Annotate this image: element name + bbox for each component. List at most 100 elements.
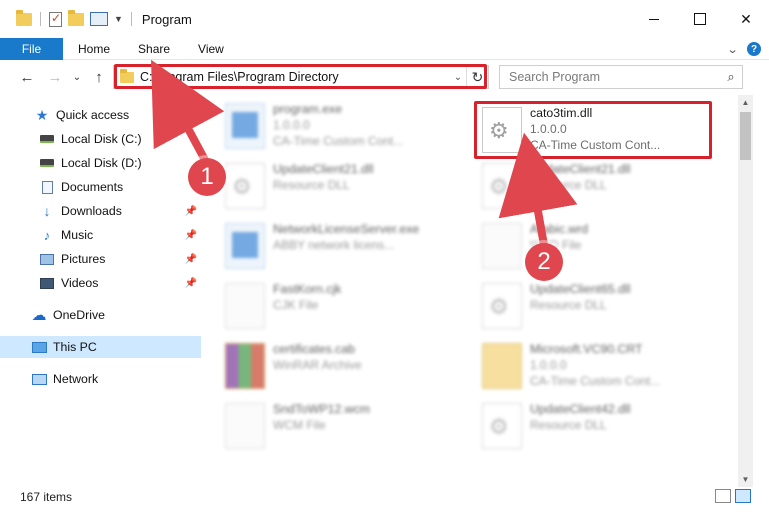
sidebar-item-network[interactable]: Network xyxy=(0,368,201,390)
sidebar-item-videos[interactable]: Videos 📌 xyxy=(0,272,201,294)
file-tile[interactable]: SndToWP12.wcm WCM File xyxy=(217,399,457,453)
videos-icon xyxy=(39,276,55,290)
file-type: Resource DLL xyxy=(530,298,607,312)
pin-icon[interactable]: 📌 xyxy=(185,230,197,241)
folder-icon xyxy=(482,343,522,389)
scroll-down-icon[interactable]: ▼ xyxy=(738,472,753,487)
expand-ribbon-icon[interactable]: ⌄ xyxy=(726,43,738,56)
sidebar-item-label: This PC xyxy=(53,340,97,354)
status-bar: 167 items xyxy=(0,487,769,507)
sidebar-item-documents[interactable]: Documents xyxy=(0,176,201,198)
sidebar-item-local-disk-c[interactable]: Local Disk (C:) xyxy=(0,128,201,150)
forward-arrow-icon[interactable]: → xyxy=(44,66,66,88)
sidebar-item-local-disk-d[interactable]: Local Disk (D:) xyxy=(0,152,201,174)
search-box[interactable]: ⌕ xyxy=(499,65,743,89)
file-type: CJK File xyxy=(273,298,319,312)
close-button[interactable]: ✕ xyxy=(723,0,769,38)
file-name: certificates.cab xyxy=(273,342,356,356)
back-arrow-icon[interactable]: ← xyxy=(16,66,38,88)
file-tile[interactable]: Microsoft.VC90.CRT 1.0.0.0 CA-Time Custo… xyxy=(474,339,714,393)
blank-file-icon xyxy=(225,283,265,329)
exe-file-icon xyxy=(225,223,265,269)
sidebar-item-label: Music xyxy=(61,228,94,242)
tab-home[interactable]: Home xyxy=(63,38,124,60)
pin-icon[interactable]: 📌 xyxy=(185,278,197,289)
sidebar-item-onedrive[interactable]: ☁ OneDrive xyxy=(0,304,201,326)
pin-icon[interactable]: 📌 xyxy=(185,206,197,217)
sidebar-item-label: Videos xyxy=(61,276,99,290)
minimize-button[interactable] xyxy=(631,0,677,38)
scrollbar-thumb[interactable] xyxy=(740,112,751,160)
navigation-pane: ★ Quick access Local Disk (C:) Local Dis… xyxy=(0,100,203,480)
maximize-button[interactable] xyxy=(677,0,723,38)
callout-2: 2 xyxy=(525,243,563,281)
tab-share[interactable]: Share xyxy=(124,38,184,60)
sidebar-item-label: Pictures xyxy=(61,252,106,266)
drive-icon xyxy=(39,156,55,170)
sidebar-item-pictures[interactable]: Pictures 📌 xyxy=(0,248,201,270)
file-tile[interactable]: UpdateClient21.dll Resource DLL xyxy=(217,159,457,213)
file-name: program.exe xyxy=(273,102,343,116)
dll-file-icon xyxy=(482,163,522,209)
tiles-view-icon[interactable] xyxy=(735,489,751,503)
search-icon[interactable]: ⌕ xyxy=(720,69,742,85)
up-arrow-icon[interactable]: ↑ xyxy=(88,66,110,88)
dll-file-icon xyxy=(482,283,522,329)
search-input[interactable] xyxy=(500,67,720,87)
sidebar-item-label: Network xyxy=(53,372,99,386)
window-title: Program xyxy=(141,11,192,27)
file-type: WCM File xyxy=(273,418,326,432)
network-icon xyxy=(31,372,47,386)
ribbon-tabs: File Home Share View ⌄ ? xyxy=(0,37,769,60)
file-tile[interactable]: certificates.cab WinRAR Archive xyxy=(217,339,457,393)
sidebar-item-label: Local Disk (D:) xyxy=(61,156,142,170)
file-tile[interactable]: UpdateClient42.dll Resource DLL xyxy=(474,399,714,453)
help-icon[interactable]: ? xyxy=(747,42,761,56)
drive-icon xyxy=(39,132,55,146)
toolbar-separator xyxy=(130,12,132,26)
scroll-up-icon[interactable]: ▲ xyxy=(738,95,753,110)
file-tile[interactable]: UpdateClient65.dll Resource DLL xyxy=(474,279,714,333)
file-tile[interactable]: Arabic.wrd WRD File xyxy=(474,219,714,273)
properties-check-icon[interactable] xyxy=(49,11,62,27)
vertical-scrollbar[interactable]: ▲ ▼ xyxy=(738,95,753,487)
customize-toolbar-icon[interactable]: ▼ xyxy=(114,14,123,24)
address-bar-highlight xyxy=(114,64,487,89)
file-tile[interactable]: program.exe 1.0.0.0 CA-Time Custom Cont.… xyxy=(217,99,457,153)
sidebar-item-music[interactable]: ♪ Music 📌 xyxy=(0,224,201,246)
tab-file[interactable]: File xyxy=(0,37,63,60)
dll-file-icon xyxy=(225,163,265,209)
file-name: SndToWP12.wcm xyxy=(273,402,371,416)
pin-icon[interactable]: 📌 xyxy=(185,254,197,265)
view-options-icon[interactable] xyxy=(90,12,108,26)
file-name: UpdateClient65.dll xyxy=(530,282,631,296)
sidebar-item-label: Local Disk (C:) xyxy=(61,132,142,146)
sidebar-item-label: Documents xyxy=(61,180,124,194)
file-highlight xyxy=(474,101,712,159)
file-tile[interactable]: UpdateClient21.dll Resource DLL xyxy=(474,159,714,213)
file-name: FastKorn.cjk xyxy=(273,282,342,296)
file-type: WinRAR Archive xyxy=(273,358,362,372)
tab-view[interactable]: View xyxy=(184,38,238,60)
sidebar-item-quick-access[interactable]: ★ Quick access xyxy=(0,104,201,126)
file-description: CA-Time Custom Cont... xyxy=(273,134,404,148)
file-name: UpdateClient42.dll xyxy=(530,402,631,416)
sidebar-item-downloads[interactable]: ↓ Downloads 📌 xyxy=(0,200,201,222)
archive-file-icon xyxy=(225,343,265,389)
file-tile[interactable]: FastKorn.cjk CJK File xyxy=(217,279,457,333)
documents-icon xyxy=(39,180,55,194)
file-name: UpdateClient21.dll xyxy=(273,162,374,176)
sidebar-item-this-pc[interactable]: This PC xyxy=(0,336,201,358)
blank-file-icon xyxy=(225,403,265,449)
file-name: Arabic.wrd xyxy=(530,222,589,236)
pictures-icon xyxy=(39,252,55,266)
dll-file-icon xyxy=(482,403,522,449)
sidebar-item-label: Quick access xyxy=(56,108,130,122)
recent-locations-icon[interactable]: ⌄ xyxy=(66,66,88,88)
new-folder-icon[interactable] xyxy=(68,9,84,26)
item-count: 167 items xyxy=(20,490,73,504)
file-type: Resource DLL xyxy=(273,178,350,192)
file-tile[interactable]: NetworkLicenseServer.exe ABBY network li… xyxy=(217,219,457,273)
details-view-icon[interactable] xyxy=(715,489,731,503)
callout-1: 1 xyxy=(188,158,226,196)
